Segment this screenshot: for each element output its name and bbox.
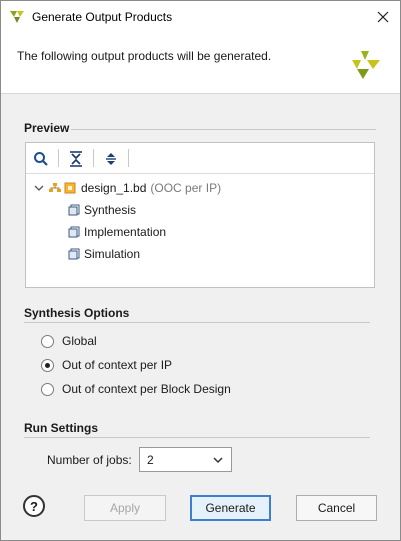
radio-label: Global [62, 334, 97, 348]
number-of-jobs-label: Number of jobs: [47, 453, 132, 467]
preview-divider [71, 129, 376, 130]
preview-panel: design_1.bd (OOC per IP) Synthesis Imple… [25, 142, 375, 288]
apply-button[interactable]: Apply [84, 495, 166, 521]
radio-button[interactable] [41, 358, 54, 372]
chevron-down-icon [213, 457, 223, 464]
tree-item-label: Synthesis [84, 203, 137, 217]
block-design-icon [49, 183, 61, 192]
tree-item-synthesis[interactable]: Synthesis [68, 201, 136, 219]
cancel-button[interactable]: Cancel [296, 495, 377, 521]
jobs-value: 2 [147, 453, 154, 467]
vivado-logo-icon [10, 11, 24, 23]
collapse-all-button[interactable] [65, 148, 87, 170]
radio-global[interactable]: Global [41, 333, 97, 349]
radio-out-of-context-per-block-design[interactable]: Out of context per Block Design [41, 381, 231, 397]
toolbar-separator [58, 149, 59, 167]
output-product-icon [68, 248, 80, 260]
tree-root-note: (OOC per IP) [150, 181, 222, 195]
tree-item-design-bd[interactable]: design_1.bd (OOC per IP) [34, 179, 221, 197]
radio-button[interactable] [41, 334, 54, 348]
search-button[interactable] [30, 148, 52, 170]
close-icon [377, 11, 389, 22]
generate-output-products-dialog: Generate Output Products The following o… [0, 0, 401, 541]
title-bar: Generate Output Products [1, 1, 400, 32]
chevron-down-icon[interactable] [34, 183, 44, 193]
tree-root-label: design_1.bd [81, 181, 147, 195]
run-settings-divider [24, 437, 370, 438]
dialog-header: The following output products will be ge… [1, 32, 400, 94]
generate-button[interactable]: Generate [190, 495, 271, 521]
radio-label: Out of context per IP [62, 358, 173, 372]
preview-section-title: Preview [24, 121, 70, 135]
output-product-icon [68, 226, 80, 238]
radio-out-of-context-per-ip[interactable]: Out of context per IP [41, 357, 172, 373]
dialog-description: The following output products will be ge… [17, 49, 272, 63]
preview-toolbar [26, 143, 374, 174]
close-button[interactable] [366, 1, 400, 32]
synthesis-options-divider [24, 322, 370, 323]
output-product-icon [68, 204, 80, 216]
collapse-all-icon [70, 151, 82, 167]
run-settings-title: Run Settings [24, 421, 98, 435]
help-button[interactable]: ? [23, 495, 45, 517]
tree-item-label: Implementation [84, 225, 167, 239]
expand-all-button[interactable] [100, 148, 122, 170]
number-of-jobs-select[interactable]: 2 [139, 447, 232, 472]
synthesis-options-title: Synthesis Options [24, 306, 130, 320]
radio-button[interactable] [41, 382, 54, 396]
search-icon [34, 152, 48, 166]
radio-label: Out of context per Block Design [62, 382, 231, 396]
window-title: Generate Output Products [32, 10, 173, 24]
tree-item-label: Simulation [84, 247, 141, 261]
toolbar-separator [128, 149, 129, 167]
xilinx-logo-icon [352, 51, 380, 79]
ooc-indicator-icon [64, 182, 76, 194]
tree-item-implementation[interactable]: Implementation [68, 223, 166, 241]
tree-item-simulation[interactable]: Simulation [68, 245, 140, 263]
toolbar-separator [93, 149, 94, 167]
expand-all-icon [106, 153, 116, 165]
